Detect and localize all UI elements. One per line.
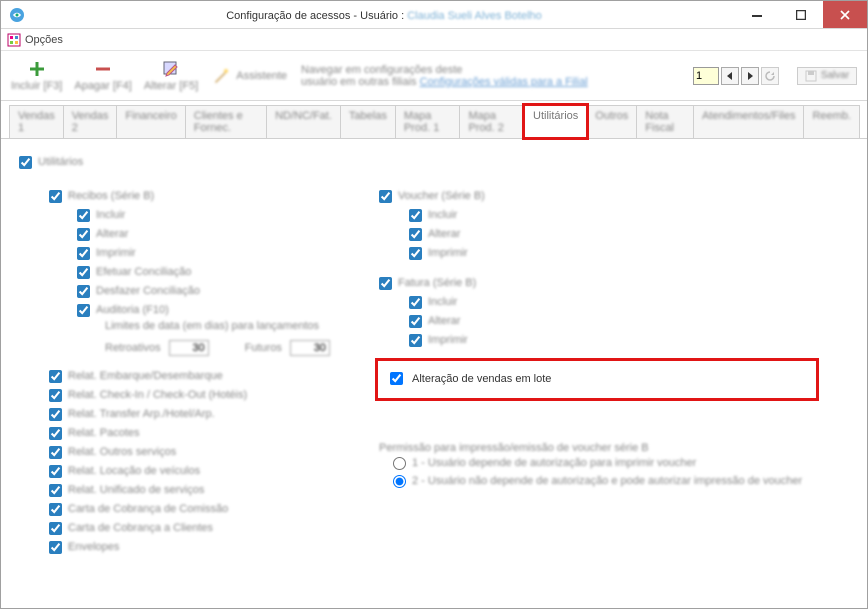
- chk-alteracao-lote[interactable]: Alteração de vendas em lote: [375, 358, 819, 401]
- tab-reemb[interactable]: Reemb.: [803, 105, 860, 138]
- chk-rec-auditoria[interactable]: Auditoria (F10): [19, 301, 339, 319]
- tab-vendas1[interactable]: Vendas 1: [9, 105, 64, 138]
- tab-tabelas[interactable]: Tabelas: [340, 105, 396, 138]
- chk-rel3[interactable]: Relat. Transfer Arp./Hotel/Arp.: [19, 405, 339, 423]
- chk-voucher[interactable]: Voucher (Série B): [379, 187, 819, 205]
- tab-mapa2[interactable]: Mapa Prod. 2: [459, 105, 525, 138]
- filial-input[interactable]: [693, 67, 719, 85]
- edit-icon: [162, 60, 180, 78]
- chk-v-incluir[interactable]: Incluir: [379, 206, 819, 224]
- chk-v-imprimir[interactable]: Imprimir: [379, 244, 819, 262]
- options-icon: [7, 33, 21, 47]
- wand-icon: [212, 67, 230, 85]
- toolbar: Incluir [F3] Apagar [F4] Alterar [F5] As…: [1, 51, 867, 101]
- app-logo-icon: [9, 7, 25, 23]
- chk-utilitarios[interactable]: Utilitários: [19, 153, 849, 171]
- futuros-input[interactable]: [290, 340, 330, 356]
- chk-rel9[interactable]: Carta de Cobrança a Clientes: [19, 519, 339, 537]
- user-name: Claudia Sueli Alves Botelho: [407, 10, 542, 22]
- chk-f-imprimir[interactable]: Imprimir: [379, 331, 819, 349]
- alterar-button[interactable]: Alterar [F5]: [144, 60, 198, 92]
- menu-bar: Opções: [1, 29, 867, 51]
- tab-ndnc[interactable]: ND/NC/Fat.: [266, 105, 341, 138]
- retroativos-input[interactable]: [169, 340, 209, 356]
- tab-notafiscal[interactable]: Nota Fiscal: [636, 105, 694, 138]
- perm-opt2[interactable]: 2 - Usuário não depende de autorização e…: [379, 472, 819, 490]
- chk-rec-imprimir[interactable]: Imprimir: [19, 244, 339, 262]
- chk-rel4[interactable]: Relat. Pacotes: [19, 424, 339, 442]
- chk-rec-desfazer[interactable]: Desfazer Conciliação: [19, 282, 339, 300]
- tab-mapa1[interactable]: Mapa Prod. 1: [395, 105, 461, 138]
- chk-fatura[interactable]: Fatura (Série B): [379, 274, 819, 292]
- voucher-permission-group: Permissão para impressão/emissão de vouc…: [379, 442, 819, 490]
- minimize-button[interactable]: [735, 1, 779, 28]
- tab-financeiro[interactable]: Financeiro: [116, 105, 185, 138]
- save-button[interactable]: Salvar: [797, 67, 857, 85]
- futuros-label: Futuros: [245, 342, 282, 354]
- titlebar: Configuração de acessos - Usuário : Clau…: [1, 1, 867, 29]
- tab-clientes[interactable]: Clientes e Fornec.: [185, 105, 267, 138]
- chk-rel2[interactable]: Relat. Check-In / Check-Out (Hotéis): [19, 386, 339, 404]
- nav-info: Navegar em configurações deste usuário e…: [301, 64, 588, 88]
- chk-f-incluir[interactable]: Incluir: [379, 293, 819, 311]
- chk-rel5[interactable]: Relat. Outros serviços: [19, 443, 339, 461]
- window-title: Configuração de acessos - Usuário : Clau…: [33, 8, 735, 22]
- minus-icon: [94, 60, 112, 78]
- tab-strip: Vendas 1 Vendas 2 Financeiro Clientes e …: [1, 101, 867, 139]
- chk-rel7[interactable]: Relat. Unificado de serviços: [19, 481, 339, 499]
- chk-rel10[interactable]: Envelopes: [19, 538, 339, 556]
- prev-button[interactable]: [721, 67, 739, 85]
- incluir-button[interactable]: Incluir [F3]: [11, 60, 62, 92]
- menu-opcoes[interactable]: Opções: [25, 34, 63, 46]
- save-icon: [805, 70, 817, 82]
- perm-title: Permissão para impressão/emissão de vouc…: [379, 442, 819, 454]
- limits-label: Limites de data (em dias) para lançament…: [19, 320, 339, 336]
- apagar-button[interactable]: Apagar [F4]: [74, 60, 131, 92]
- tab-atendimentos[interactable]: Atendimentos/Files: [693, 105, 805, 138]
- assistente-button[interactable]: Assistente: [212, 67, 287, 85]
- tab-vendas2[interactable]: Vendas 2: [63, 105, 118, 138]
- next-button[interactable]: [741, 67, 759, 85]
- chk-rec-incluir[interactable]: Incluir: [19, 206, 339, 224]
- tab-outros[interactable]: Outros: [586, 105, 637, 138]
- tab-utilitarios[interactable]: Utilitários: [524, 105, 587, 138]
- chk-rel8[interactable]: Carta de Cobrança de Comissão: [19, 500, 339, 518]
- close-button[interactable]: [823, 1, 867, 28]
- chk-v-alterar[interactable]: Alterar: [379, 225, 819, 243]
- refresh-button[interactable]: [761, 67, 779, 85]
- chk-rel6[interactable]: Relat. Locação de veículos: [19, 462, 339, 480]
- retroativos-label: Retroativos: [105, 342, 161, 354]
- perm-opt1[interactable]: 1 - Usuário depende de autorização para …: [379, 454, 819, 472]
- plus-icon: [28, 60, 46, 78]
- chk-rec-efetuar[interactable]: Efetuar Conciliação: [19, 263, 339, 281]
- chk-f-alterar[interactable]: Alterar: [379, 312, 819, 330]
- chk-rec-alterar[interactable]: Alterar: [19, 225, 339, 243]
- chk-recibos[interactable]: Recibos (Série B): [19, 187, 339, 205]
- maximize-button[interactable]: [779, 1, 823, 28]
- chk-rel1[interactable]: Relat. Embarque/Desembarque: [19, 367, 339, 385]
- config-link[interactable]: Configurações válidas para a Filial: [420, 76, 588, 88]
